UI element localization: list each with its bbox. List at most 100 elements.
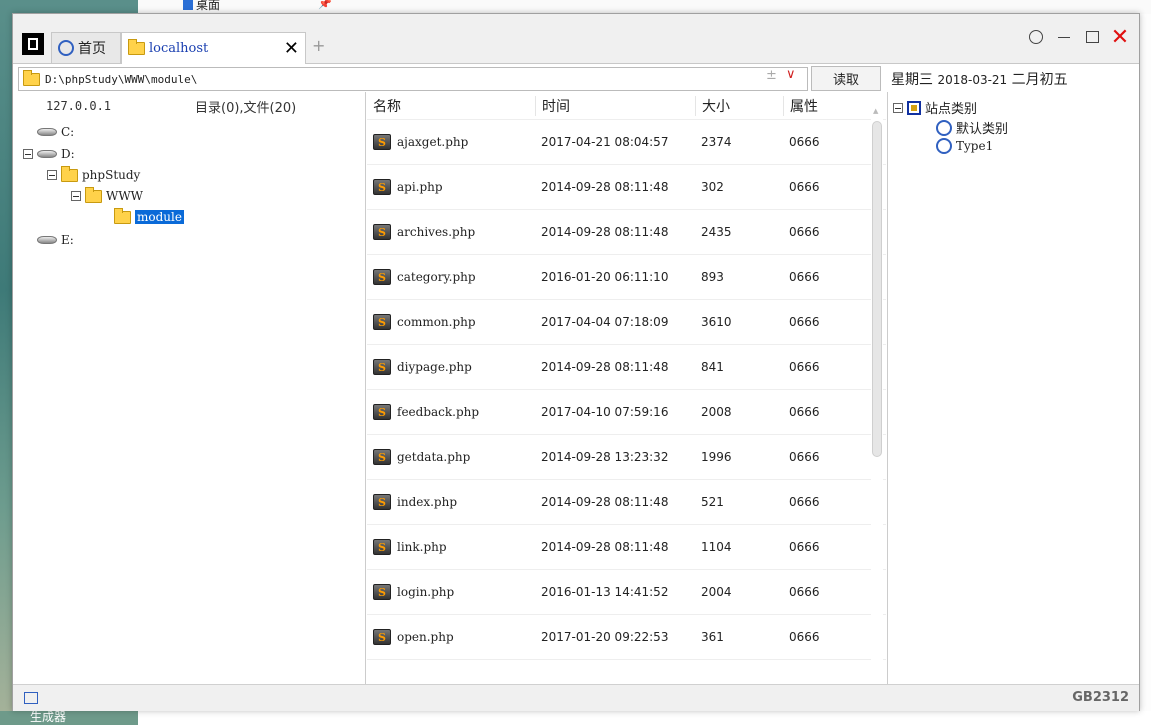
collapse-icon[interactable] (893, 102, 903, 113)
file-time: 2017-04-04 07:18:09 (541, 315, 669, 329)
file-size: 521 (701, 495, 724, 509)
tree-label: C: (61, 125, 75, 139)
file-list-header: 名称 时间 大小 属性 (367, 92, 886, 120)
file-attr: 0666 (789, 495, 820, 509)
category-circle-icon (936, 138, 952, 154)
minimize-button[interactable] (1055, 28, 1073, 46)
file-size: 302 (701, 180, 724, 194)
address-plus-icon[interactable]: ± (766, 68, 777, 83)
file-name: link.php (397, 540, 447, 554)
category-item-type1[interactable]: Type1 (936, 138, 993, 154)
file-size: 361 (701, 630, 724, 644)
file-name: index.php (397, 495, 458, 509)
file-name: category.php (397, 270, 476, 284)
category-root[interactable]: 站点类别 (893, 98, 977, 117)
table-row[interactable]: Sgetdata.php 2014-09-28 13:23:32 1996 0666 (367, 435, 886, 480)
table-row[interactable]: Scommon.php 2017-04-04 07:18:09 3610 0666 (367, 300, 886, 345)
php-file-icon: S (373, 224, 391, 240)
file-time: 2014-09-28 08:11:48 (541, 360, 669, 374)
file-size: 3610 (701, 315, 732, 329)
file-name: diypage.php (397, 360, 472, 374)
file-name: open.php (397, 630, 454, 644)
file-attr: 0666 (789, 540, 820, 554)
tree-item-e[interactable]: E: (37, 230, 74, 250)
table-row[interactable]: Sfeedback.php 2017-04-10 07:59:16 2008 0666 (367, 390, 886, 435)
file-size: 2435 (701, 225, 732, 239)
column-header-time[interactable]: 时间 (535, 95, 695, 116)
address-dropdown-icon[interactable]: ∨ (786, 67, 796, 82)
tree-header: 127.0.0.1 目录(0),文件(20) (18, 92, 365, 120)
table-row[interactable]: Sindex.php 2014-09-28 08:11:48 521 0666 (367, 480, 886, 525)
table-row[interactable]: Sajaxget.php 2017-04-21 08:04:57 2374 0666 (367, 120, 886, 165)
tree-item-c[interactable]: C: (37, 122, 74, 142)
table-row[interactable]: Slogin.php 2016-01-13 14:41:52 2004 0666 (367, 570, 886, 615)
circle-icon[interactable] (1027, 28, 1045, 46)
address-folder-icon (23, 69, 40, 86)
drive-icon (37, 150, 57, 158)
column-header-name[interactable]: 名称 (367, 96, 535, 116)
tree-label: D: (61, 147, 75, 161)
file-attr: 0666 (789, 270, 820, 284)
table-row[interactable]: Sarchives.php 2014-09-28 08:11:48 2435 0666 (367, 210, 886, 255)
desktop-bottom-label: 生成器 (0, 711, 138, 725)
address-input[interactable]: D:\phpStudy\WWW\module\ (18, 67, 808, 91)
tree-item-module[interactable]: module (114, 207, 184, 227)
file-time: 2017-01-20 09:22:53 (541, 630, 669, 644)
file-attr: 0666 (789, 180, 820, 194)
php-file-icon: S (373, 539, 391, 555)
window-icon[interactable] (24, 692, 38, 704)
table-row[interactable]: Sopen.php 2017-01-20 09:22:53 361 0666 (367, 615, 886, 660)
category-item-default[interactable]: 默认类别 (936, 118, 1008, 137)
tree-label: WWW (106, 189, 144, 203)
table-row[interactable]: Sapi.php 2014-09-28 08:11:48 302 0666 (367, 165, 886, 210)
table-row[interactable]: Sdiypage.php 2014-09-28 08:11:48 841 0666 (367, 345, 886, 390)
file-list-scrollbar[interactable]: ▲ (871, 107, 883, 684)
scroll-up-icon[interactable]: ▲ (873, 107, 878, 115)
file-name-cell: Sapi.php (367, 179, 535, 195)
column-header-size[interactable]: 大小 (695, 95, 783, 116)
file-time: 2017-04-21 08:04:57 (541, 135, 669, 149)
php-file-icon: S (373, 359, 391, 375)
app-window: 首页 localhost ✕ + ✕ D:\phpStudy\WWW\modul… (12, 13, 1140, 711)
column-header-attr[interactable]: 属性 (783, 95, 865, 116)
dir-file-count: 目录(0),文件(20) (195, 100, 297, 116)
tree-item-phpstudy[interactable]: phpStudy (47, 165, 140, 185)
tree-item-www[interactable]: WWW (71, 186, 143, 206)
tab-home[interactable]: 首页 (51, 32, 121, 63)
php-file-icon: S (373, 134, 391, 150)
file-time: 2014-09-28 08:11:48 (541, 495, 669, 509)
address-path: D:\phpStudy\WWW\module\ (45, 72, 198, 86)
file-attr: 0666 (789, 630, 820, 644)
desktop-right-strip (1140, 14, 1151, 711)
php-file-icon: S (373, 269, 391, 285)
folder-icon (128, 39, 145, 55)
tab-home-label: 首页 (78, 41, 106, 57)
maximize-button[interactable] (1083, 28, 1101, 46)
collapse-icon[interactable] (71, 191, 81, 201)
table-row[interactable]: Scategory.php 2016-01-20 06:11:10 893 0666 (367, 255, 886, 300)
table-row[interactable]: Slink.php 2014-09-28 08:11:48 1104 0666 (367, 525, 886, 570)
host-ip: 127.0.0.1 (46, 99, 112, 113)
desktop-shortcut[interactable]: 桌面 (183, 0, 220, 13)
tree-item-d[interactable]: D: (23, 144, 75, 164)
app-logo-icon[interactable] (22, 33, 44, 55)
collapse-icon[interactable] (23, 149, 33, 159)
tab-localhost-label: localhost (149, 41, 209, 56)
encoding-label[interactable]: GB2312 (1072, 690, 1129, 705)
new-tab-button[interactable]: + (312, 36, 325, 55)
scrollbar-thumb[interactable] (872, 121, 882, 457)
tree-label: E: (61, 233, 74, 247)
collapse-icon[interactable] (47, 170, 57, 180)
address-row: D:\phpStudy\WWW\module\ ± ∨ 读取 星期三 2018-… (13, 66, 1139, 92)
desktop-top-strip (138, 0, 1151, 14)
file-size: 2004 (701, 585, 732, 599)
tab-close-icon[interactable]: ✕ (284, 38, 299, 59)
close-button[interactable]: ✕ (1111, 25, 1129, 50)
tab-localhost[interactable]: localhost ✕ (121, 32, 306, 64)
file-attr: 0666 (789, 225, 820, 239)
file-attr: 0666 (789, 585, 820, 599)
file-name-cell: Sopen.php (367, 629, 535, 645)
file-time: 2014-09-28 13:23:32 (541, 450, 669, 464)
read-button[interactable]: 读取 (811, 66, 881, 91)
file-time: 2014-09-28 08:11:48 (541, 225, 669, 239)
